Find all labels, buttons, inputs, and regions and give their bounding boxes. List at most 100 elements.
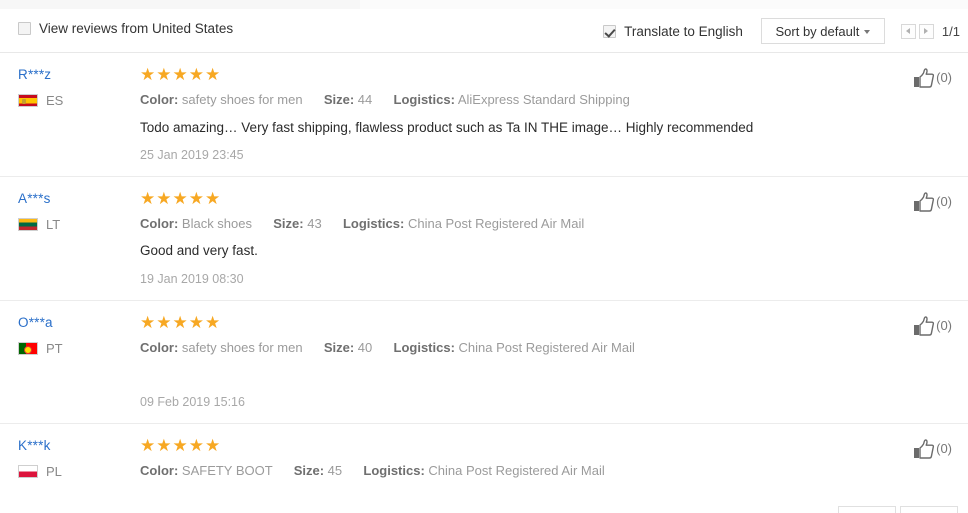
toolbar-right-controls: Translate to English Sort by default 1/1 <box>603 18 960 44</box>
flag-icon-es <box>18 94 38 107</box>
color-label: Color: <box>140 215 179 231</box>
arrow-right-icon <box>924 28 929 34</box>
review-helpful[interactable]: (0) <box>911 438 952 460</box>
rating-stars: ★★★★★ <box>140 312 876 332</box>
helpful-count: (0) <box>936 193 952 209</box>
review-item: O***a PT ★★★★★ Color: safety shoes for m… <box>0 301 968 425</box>
rating-stars: ★★★★★ <box>140 436 876 456</box>
color-value: safety shoes for men <box>181 339 303 355</box>
country-code: ES <box>46 93 64 108</box>
review-item: A***s LT ★★★★★ Color: Black shoes Size: … <box>0 177 968 301</box>
review-author: K***k PL <box>18 438 130 479</box>
size-label: Size: <box>273 215 304 231</box>
view-reviews-checkbox[interactable] <box>18 22 31 35</box>
sort-by-label: Sort by default <box>775 23 860 39</box>
country-code: LT <box>46 216 61 232</box>
logistics-label: Logistics: <box>393 339 455 355</box>
thumbs-up-icon[interactable] <box>911 315 935 337</box>
size-label: Size: <box>293 463 325 479</box>
color-label: Color: <box>140 339 179 355</box>
review-comment: Good and very fast. <box>140 243 258 259</box>
review-date: 25 Jan 2019 23:45 <box>140 147 244 162</box>
size-label: Size: <box>323 339 355 355</box>
flag-icon-pt <box>18 341 38 355</box>
top-band <box>0 0 968 9</box>
bottom-action-strip <box>0 485 968 513</box>
size-label: Size: <box>323 92 355 107</box>
size-value: 45 <box>327 463 343 479</box>
review-item: R***z ES ★★★★★ Color: safety shoes for m… <box>0 53 968 177</box>
review-comment: Todo amazing… Very fast shipping, flawle… <box>140 119 754 135</box>
star-icons: ★★★★★ <box>140 312 222 332</box>
review-attributes: Color: safety shoes for men Size: 40 Log… <box>140 340 876 356</box>
review-helpful[interactable]: (0) <box>911 67 952 89</box>
helpful-count: (0) <box>936 70 952 85</box>
review-author: A***s LT <box>18 191 130 232</box>
review-attributes: Color: SAFETY BOOT Size: 45 Logistics: C… <box>140 463 876 479</box>
color-value: Black shoes <box>181 215 252 231</box>
pagination-prev-button[interactable] <box>900 23 916 39</box>
size-value: 44 <box>357 92 373 107</box>
star-icons: ★★★★★ <box>140 65 222 84</box>
review-username[interactable]: K***k <box>18 438 130 453</box>
logistics-value: AliExpress Standard Shipping <box>457 92 630 107</box>
star-icons: ★★★★★ <box>140 188 222 208</box>
review-helpful[interactable]: (0) <box>911 315 952 337</box>
size-value: 40 <box>357 339 373 355</box>
translate-label: Translate to English <box>624 23 743 39</box>
review-helpful[interactable]: (0) <box>911 191 952 213</box>
review-username[interactable]: R***z <box>18 67 130 82</box>
pagination: 1/1 <box>900 23 960 39</box>
arrow-left-icon <box>906 28 911 34</box>
color-label: Color: <box>140 92 179 107</box>
flag-icon-pl <box>18 465 38 479</box>
bottom-button-left[interactable] <box>838 506 896 513</box>
translate-filter[interactable]: Translate to English <box>603 24 743 39</box>
view-reviews-label: View reviews from United States <box>39 21 234 36</box>
view-reviews-filter[interactable]: View reviews from United States <box>18 21 233 36</box>
review-username[interactable]: A***s <box>18 191 130 206</box>
review-date: 19 Jan 2019 08:30 <box>140 271 244 286</box>
pagination-count: 1/1 <box>941 23 960 39</box>
review-body: ★★★★★ Color: safety shoes for men Size: … <box>140 66 876 162</box>
review-country: PL <box>18 464 130 479</box>
color-value: safety shoes for men <box>181 92 303 107</box>
review-attributes: Color: Black shoes Size: 43 Logistics: C… <box>140 216 876 232</box>
review-country: LT <box>18 217 130 232</box>
chevron-down-icon <box>864 30 871 34</box>
rating-stars: ★★★★★ <box>140 65 876 84</box>
country-code: PL <box>46 464 62 480</box>
review-username[interactable]: O***a <box>18 315 130 330</box>
translate-checkbox[interactable] <box>603 24 617 38</box>
review-date: 09 Feb 2019 15:16 <box>140 395 245 410</box>
logistics-value: China Post Registered Air Mail <box>458 339 635 355</box>
logistics-label: Logistics: <box>363 463 425 479</box>
review-country: PT <box>18 341 130 356</box>
sort-by-dropdown[interactable]: Sort by default <box>760 18 885 44</box>
helpful-count: (0) <box>936 441 952 457</box>
review-author: O***a PT <box>18 315 130 356</box>
thumbs-up-icon[interactable] <box>911 438 935 460</box>
thumbs-up-icon[interactable] <box>911 191 935 213</box>
star-icons: ★★★★★ <box>140 436 222 456</box>
review-body: ★★★★★ Color: Black shoes Size: 43 Logist… <box>140 190 876 286</box>
size-value: 43 <box>307 215 322 231</box>
helpful-count: (0) <box>936 317 952 333</box>
pagination-next-button[interactable] <box>918 23 934 39</box>
review-country: ES <box>18 93 130 108</box>
review-list: R***z ES ★★★★★ Color: safety shoes for m… <box>0 53 968 513</box>
country-code: PT <box>46 340 63 356</box>
logistics-label: Logistics: <box>393 92 455 107</box>
reviews-toolbar: View reviews from United States Translat… <box>0 9 968 53</box>
logistics-label: Logistics: <box>342 215 405 231</box>
reviews-page: View reviews from United States Translat… <box>0 0 968 513</box>
flag-icon-lt <box>18 217 38 231</box>
thumbs-up-icon[interactable] <box>911 67 935 89</box>
review-author: R***z ES <box>18 67 130 108</box>
rating-stars: ★★★★★ <box>140 188 876 208</box>
bottom-button-right[interactable] <box>900 506 958 513</box>
color-label: Color: <box>140 463 179 479</box>
review-body: ★★★★★ Color: safety shoes for men Size: … <box>140 314 876 410</box>
logistics-value: China Post Registered Air Mail <box>428 463 605 479</box>
review-comment <box>140 366 876 384</box>
